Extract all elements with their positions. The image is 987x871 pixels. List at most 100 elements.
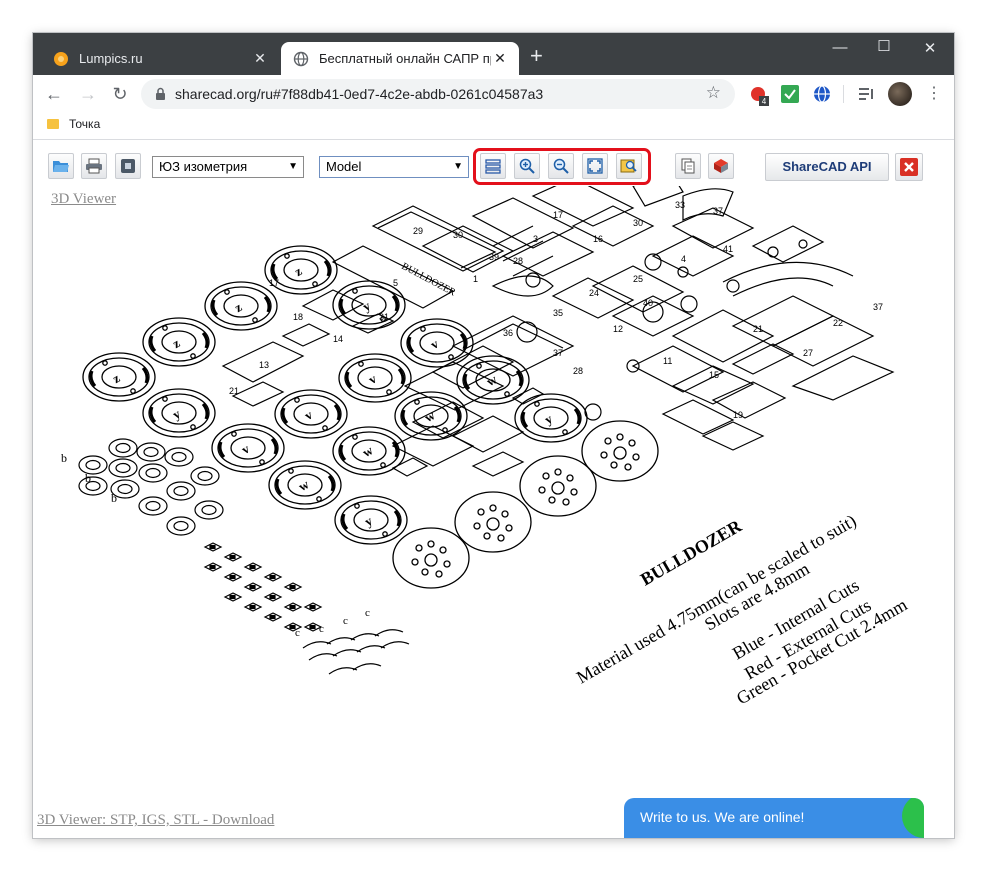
svg-text:16: 16 bbox=[593, 234, 603, 244]
cad-drawing-canvas[interactable]: z z z z y y v v v v w w w w y y b b b c … bbox=[33, 186, 954, 806]
3d-viewer-link[interactable]: 3D Viewer bbox=[51, 191, 116, 208]
svg-text:c: c bbox=[343, 615, 348, 627]
extension-globe-icon[interactable] bbox=[813, 85, 831, 103]
tab-title: Бесплатный онлайн САПР прос bbox=[319, 51, 491, 66]
bookmark-item[interactable]: Точка bbox=[47, 117, 100, 131]
part-title-label: BULLDOZER bbox=[400, 261, 458, 299]
folder-open-icon bbox=[53, 161, 69, 172]
chat-widget[interactable]: Write to us. We are online! bbox=[624, 798, 924, 838]
svg-text:y: y bbox=[542, 411, 556, 427]
close-tab-icon[interactable]: ✕ bbox=[491, 50, 509, 67]
3d-viewer-download-link[interactable]: 3D Viewer: STP, IGS, STL - Download bbox=[37, 812, 274, 829]
back-button[interactable]: ← bbox=[43, 83, 65, 105]
svg-text:24: 24 bbox=[589, 288, 599, 298]
view-select-value: ЮЗ изометрия bbox=[159, 159, 248, 174]
svg-text:w: w bbox=[296, 476, 312, 494]
view-select[interactable]: ЮЗ изометрия ▼ bbox=[152, 156, 304, 178]
svg-text:v: v bbox=[428, 336, 442, 352]
svg-text:12: 12 bbox=[613, 324, 623, 334]
forward-button[interactable]: → bbox=[77, 83, 99, 105]
extension-red-icon[interactable]: 4 bbox=[749, 85, 771, 107]
maximize-button[interactable]: ☐ bbox=[869, 37, 899, 55]
svg-text:v: v bbox=[302, 407, 316, 423]
svg-text:4: 4 bbox=[681, 254, 686, 264]
svg-text:z: z bbox=[292, 263, 305, 279]
svg-text:c: c bbox=[365, 607, 370, 619]
svg-text:37: 37 bbox=[713, 206, 723, 216]
bookmark-star-icon[interactable]: ☆ bbox=[706, 83, 721, 103]
copy-button[interactable] bbox=[675, 153, 701, 179]
svg-text:33: 33 bbox=[675, 200, 685, 210]
globe-icon bbox=[293, 51, 309, 66]
svg-text:11: 11 bbox=[663, 356, 672, 366]
tab-strip: Lumpics.ru ✕ Бесплатный онлайн САПР прос… bbox=[33, 33, 954, 75]
svg-text:z: z bbox=[110, 370, 123, 386]
minimize-button[interactable]: — bbox=[825, 39, 855, 56]
svg-text:29: 29 bbox=[413, 226, 423, 236]
svg-text:b: b bbox=[61, 451, 67, 465]
dropdown-arrow-icon: ▼ bbox=[288, 161, 298, 172]
media-control-icon[interactable] bbox=[857, 85, 875, 103]
folder-icon bbox=[47, 119, 59, 129]
frame-parts bbox=[221, 186, 895, 477]
3d-box-icon bbox=[714, 159, 728, 173]
svg-text:41: 41 bbox=[723, 244, 733, 254]
tab-title: Lumpics.ru bbox=[79, 51, 143, 66]
tiny-box-parts bbox=[204, 542, 322, 632]
background-button[interactable] bbox=[115, 153, 141, 179]
print-button[interactable] bbox=[81, 153, 107, 179]
disc-parts bbox=[392, 420, 659, 589]
close-icon bbox=[900, 158, 918, 176]
svg-text:z: z bbox=[232, 299, 245, 315]
extension-check-icon[interactable] bbox=[781, 85, 799, 103]
svg-text:y: y bbox=[362, 513, 376, 529]
address-bar[interactable]: sharecad.org/ru#7f88db41-0ed7-4c2e-abdb-… bbox=[141, 79, 735, 109]
close-window-button[interactable]: ✕ bbox=[915, 39, 945, 57]
open-file-button[interactable] bbox=[48, 153, 74, 179]
svg-text:w: w bbox=[360, 442, 376, 460]
svg-text:c: c bbox=[295, 627, 300, 639]
close-tab-icon[interactable]: ✕ bbox=[251, 50, 269, 67]
url-text: sharecad.org/ru#7f88db41-0ed7-4c2e-abdb-… bbox=[175, 86, 544, 102]
svg-text:3: 3 bbox=[533, 234, 538, 244]
svg-text:22: 22 bbox=[833, 318, 843, 328]
new-tab-button[interactable]: + bbox=[530, 45, 543, 67]
svg-text:15: 15 bbox=[709, 370, 719, 380]
svg-text:25: 25 bbox=[633, 274, 643, 284]
svg-text:39: 39 bbox=[489, 252, 499, 262]
clip-parts: c c c c bbox=[295, 607, 410, 675]
svg-text:13: 13 bbox=[259, 360, 269, 370]
svg-text:v: v bbox=[239, 441, 253, 457]
orange-circle-icon bbox=[54, 51, 68, 66]
close-viewer-button[interactable] bbox=[895, 153, 923, 181]
lock-icon bbox=[156, 87, 165, 100]
svg-text:z: z bbox=[170, 335, 183, 351]
bookmarks-bar: Точка bbox=[33, 113, 954, 140]
bookmark-label: Точка bbox=[69, 117, 101, 131]
svg-text:18: 18 bbox=[293, 312, 303, 322]
dropdown-arrow-icon: ▼ bbox=[453, 161, 463, 172]
svg-text:17: 17 bbox=[553, 210, 563, 220]
3d-view-button[interactable] bbox=[708, 153, 734, 179]
svg-text:17: 17 bbox=[269, 278, 279, 288]
svg-text:y: y bbox=[170, 406, 184, 422]
browser-toolbar: ← → ↻ sharecad.org/ru#7f88db41-0ed7-4c2e… bbox=[33, 75, 954, 113]
drawing-caption: BULLDOZER Material used 4.75mm(can be sc… bbox=[573, 510, 911, 708]
tab-sharecad[interactable]: Бесплатный онлайн САПР прос ✕ bbox=[281, 42, 519, 75]
svg-text:1: 1 bbox=[473, 274, 478, 284]
svg-text:b: b bbox=[85, 471, 91, 485]
chat-text: Write to us. We are online! bbox=[640, 809, 805, 825]
avatar[interactable] bbox=[888, 82, 912, 106]
sharecad-api-button[interactable]: ShareCAD API bbox=[765, 153, 889, 181]
layout-select[interactable]: Model ▼ bbox=[319, 156, 469, 178]
svg-text:28: 28 bbox=[573, 366, 583, 376]
tab-lumpics[interactable]: Lumpics.ru ✕ bbox=[41, 42, 279, 75]
chat-status-indicator bbox=[902, 798, 924, 838]
svg-text:14: 14 bbox=[333, 334, 343, 344]
svg-text:19: 19 bbox=[733, 410, 743, 420]
svg-text:y: y bbox=[360, 298, 374, 314]
svg-text:37: 37 bbox=[873, 302, 883, 312]
menu-dots-icon[interactable]: ⋮ bbox=[923, 83, 945, 105]
reload-button[interactable]: ↻ bbox=[109, 83, 131, 105]
small-ring-parts: b b b bbox=[61, 438, 224, 536]
